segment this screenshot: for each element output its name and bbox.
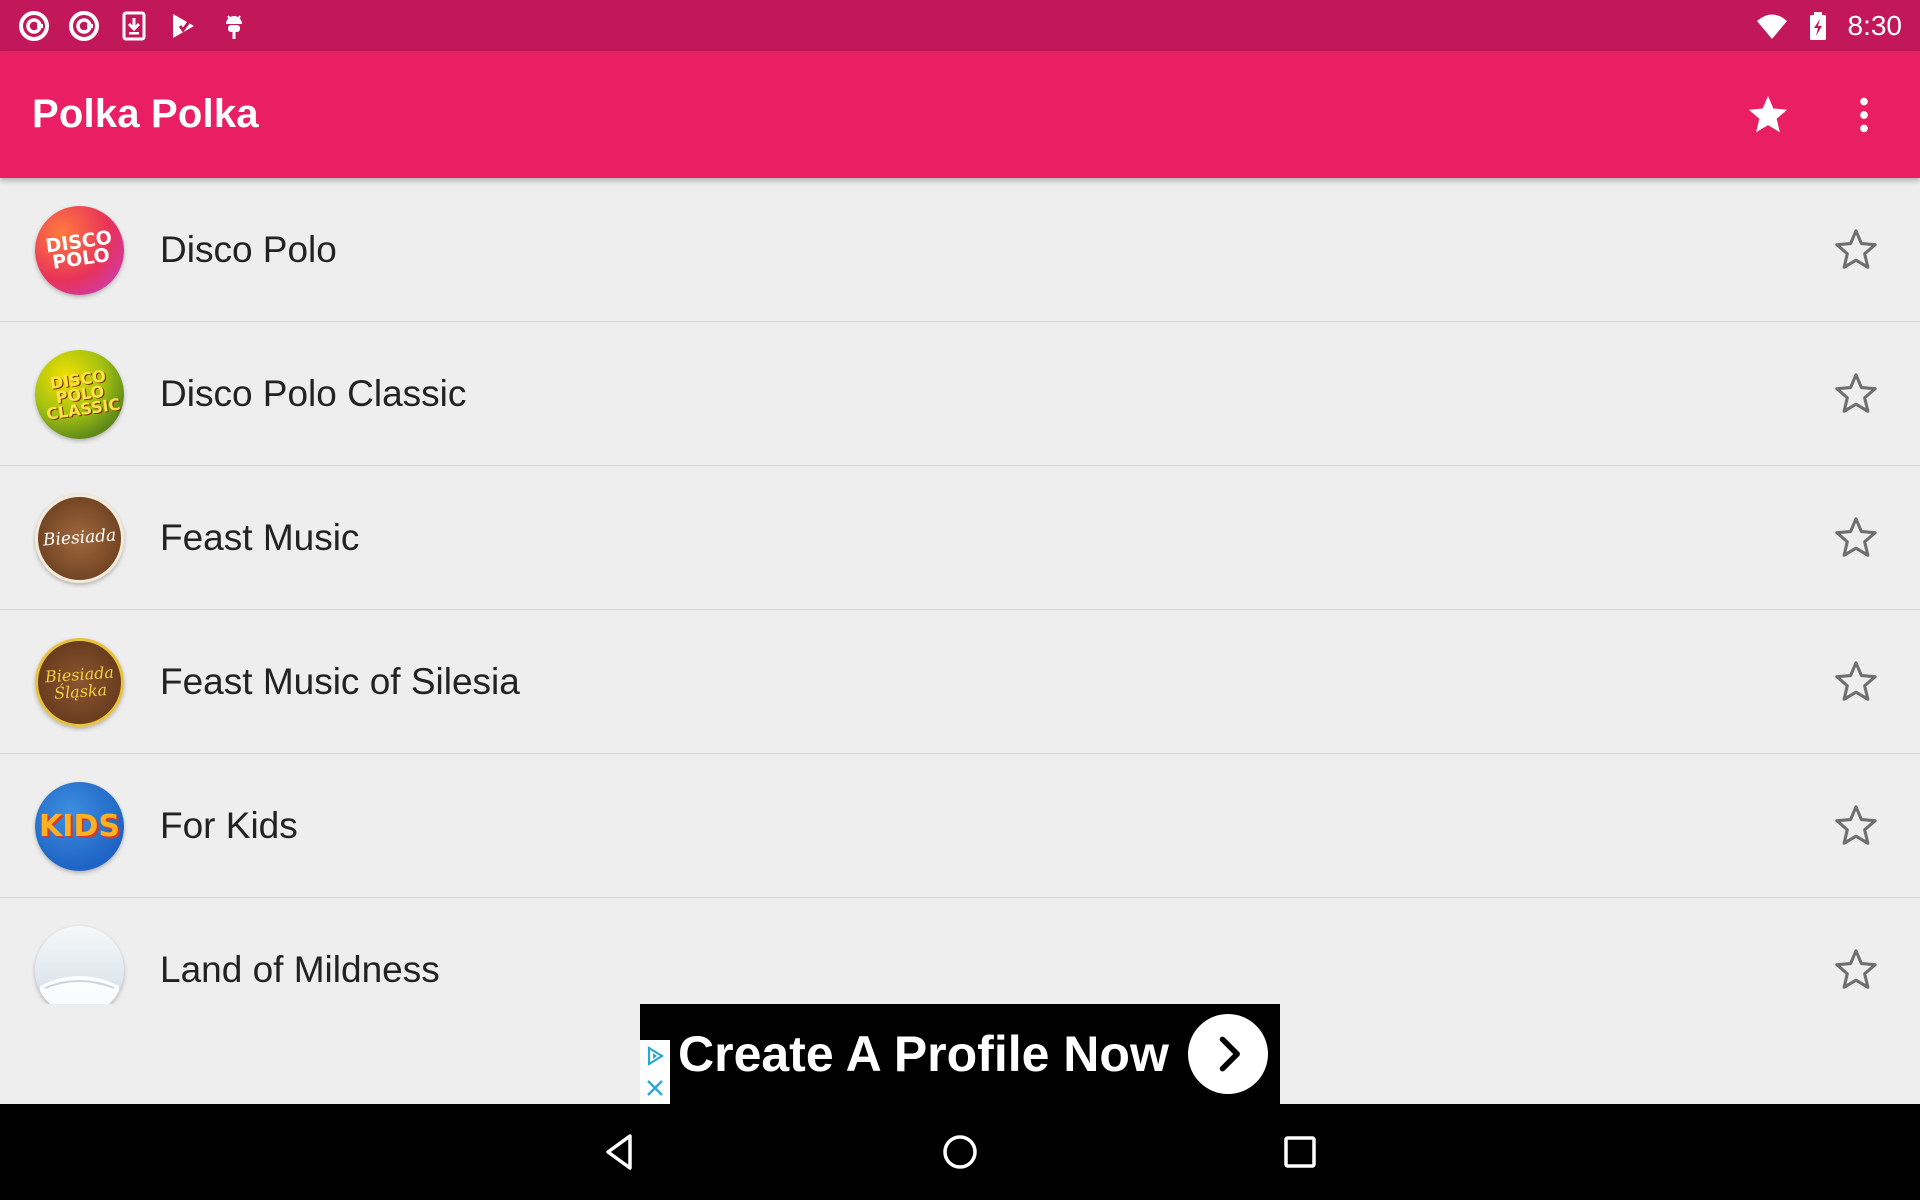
favorite-toggle[interactable] [1828, 510, 1884, 566]
android-debug-icon [218, 10, 250, 42]
download-icon [118, 10, 150, 42]
navigation-bar [0, 1104, 1920, 1200]
recents-icon [1284, 1136, 1316, 1168]
recents-button[interactable] [1270, 1122, 1330, 1182]
back-button[interactable] [590, 1122, 650, 1182]
battery-charging-icon [1802, 10, 1834, 42]
ad-cta-button[interactable] [1188, 1014, 1268, 1094]
station-name: Feast Music of Silesia [160, 660, 520, 702]
swirl-app-icon [18, 10, 50, 42]
star-outline-icon [1835, 516, 1877, 557]
station-logo-text: DISCO POLO [43, 226, 113, 274]
favorite-toggle[interactable] [1828, 366, 1884, 422]
favorite-toggle[interactable] [1828, 654, 1884, 710]
wifi-icon [1756, 10, 1788, 42]
favorite-toggle[interactable] [1828, 222, 1884, 278]
status-bar: 8:30 [0, 0, 1920, 51]
station-logo: DISCO POLO CLASSIC [35, 350, 124, 439]
ad-headline: Create A Profile Now [678, 1026, 1169, 1082]
list-item[interactable]: KIDS For Kids [0, 754, 1920, 898]
star-outline-icon [1835, 228, 1877, 269]
list-item[interactable]: Biesiada Śląska Feast Music of Silesia [0, 610, 1920, 754]
clock: 8:30 [1847, 9, 1903, 41]
station-logo: Biesiada Śląska [35, 638, 124, 727]
list-item[interactable]: DISCO POLO Disco Polo [0, 178, 1920, 322]
favorites-button[interactable] [1740, 87, 1796, 143]
home-icon [943, 1135, 977, 1169]
favorite-toggle[interactable] [1828, 942, 1884, 998]
close-icon[interactable] [643, 1076, 667, 1100]
station-logo-text: Biesiada [42, 525, 117, 551]
app-bar: Polka Polka [0, 51, 1920, 178]
star-outline-icon [1835, 660, 1877, 701]
overflow-menu-button[interactable] [1836, 87, 1892, 143]
station-list: DISCO POLO Disco Polo DISCO POLO CLASSIC… [0, 178, 1920, 1004]
home-button[interactable] [930, 1122, 990, 1182]
star-outline-icon [1835, 804, 1877, 845]
station-name: Disco Polo [160, 228, 337, 270]
station-logo: DISCO POLO [35, 206, 124, 295]
star-outline-icon [1835, 372, 1877, 413]
station-name: For Kids [160, 804, 298, 846]
system-status: 8:30 [1756, 9, 1903, 42]
station-logo-text: Biesiada Śląska [43, 662, 114, 703]
back-icon [606, 1134, 632, 1170]
pillow-image [40, 976, 119, 1004]
star-outline-icon [1835, 948, 1877, 989]
favorite-toggle[interactable] [1828, 798, 1884, 854]
station-name: Feast Music [160, 516, 360, 558]
app-bar-actions [1740, 87, 1892, 143]
app-root: 8:30 Polka Polka DISCO POLO Disco Polo D… [0, 0, 1920, 1200]
adchoices-icon [647, 1046, 665, 1066]
chevron-right-icon [1219, 1036, 1240, 1072]
star-filled-icon [1748, 95, 1788, 132]
ad-choices[interactable] [640, 1040, 670, 1104]
list-item[interactable]: DISCO POLO CLASSIC Disco Polo Classic [0, 322, 1920, 466]
station-name: Disco Polo Classic [160, 372, 467, 414]
play-store-icon [168, 10, 200, 42]
station-logo-text: KIDS [39, 809, 120, 844]
list-item[interactable]: Biesiada Feast Music [0, 466, 1920, 610]
station-name: Land of Mildness [160, 948, 440, 990]
ad-banner[interactable]: Create A Profile Now [640, 1004, 1280, 1104]
more-vert-icon [1860, 97, 1868, 132]
list-item[interactable]: Land of Mildness [0, 898, 1920, 1004]
station-logo [35, 926, 124, 1004]
swirl-app-icon [68, 10, 100, 42]
station-logo: Biesiada [35, 494, 124, 583]
station-logo-text: DISCO POLO CLASSIC [44, 366, 121, 424]
notification-icons [18, 10, 250, 42]
page-title: Polka Polka [32, 92, 259, 136]
station-logo: KIDS [35, 782, 124, 871]
